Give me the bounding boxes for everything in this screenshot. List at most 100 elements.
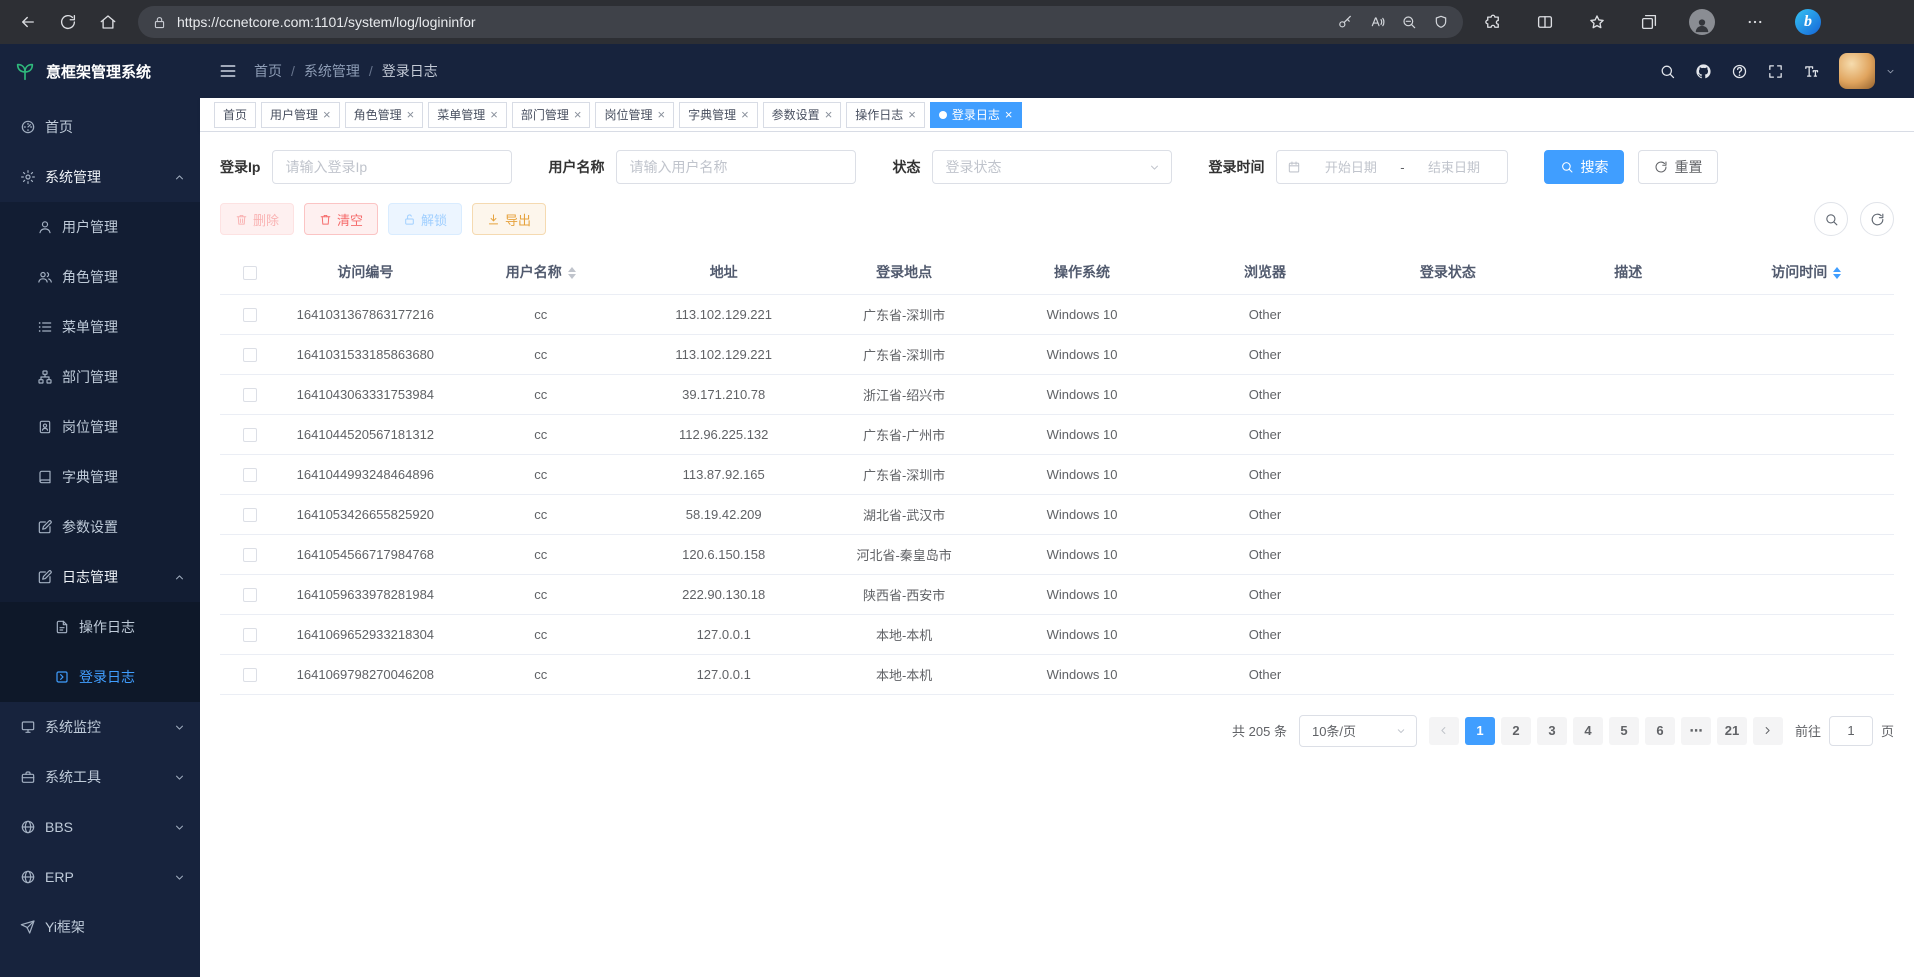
sidebar-item-login-log[interactable]: 登录日志 [0, 652, 200, 702]
row-checkbox[interactable] [243, 588, 257, 602]
tab-operation-log[interactable]: 操作日志× [846, 102, 925, 128]
tab-role-management[interactable]: 角色管理× [345, 102, 424, 128]
password-key-button[interactable] [1329, 8, 1361, 36]
login-time-range[interactable]: - [1276, 150, 1508, 184]
sidebar-item-menu-management[interactable]: 菜单管理 [0, 302, 200, 352]
collections-button[interactable] [1637, 10, 1661, 34]
avatar-caret-icon[interactable] [1885, 66, 1896, 77]
login-ip-input[interactable] [272, 150, 512, 184]
page-button-2[interactable]: 2 [1501, 717, 1531, 745]
read-aloud-button[interactable] [1361, 8, 1393, 36]
sort-caret[interactable] [1833, 267, 1841, 279]
page-button-5[interactable]: 5 [1609, 717, 1639, 745]
end-date-input[interactable] [1411, 160, 1498, 175]
sidebar-item-bbs[interactable]: BBS [0, 802, 200, 852]
url-text[interactable]: https://ccnetcore.com:1101/system/log/lo… [177, 14, 1329, 30]
next-page-button[interactable] [1753, 717, 1783, 745]
sidebar-item-system-monitor[interactable]: 系统监控 [0, 702, 200, 752]
tab-param-settings[interactable]: 参数设置× [763, 102, 842, 128]
sidebar-toggle[interactable] [218, 61, 238, 81]
toggle-search-button[interactable] [1814, 202, 1848, 236]
address-bar[interactable]: https://ccnetcore.com:1101/system/log/lo… [138, 6, 1463, 38]
table-row[interactable]: 1641069652933218304cc127.0.0.1本地-本机Windo… [220, 614, 1894, 654]
tab-login-log[interactable]: 登录日志× [930, 102, 1022, 128]
prev-page-button[interactable] [1429, 717, 1459, 745]
page-button-4[interactable]: 4 [1573, 717, 1603, 745]
tab-dept-management[interactable]: 部门管理× [512, 102, 591, 128]
close-icon[interactable]: × [825, 108, 833, 121]
close-icon[interactable]: × [741, 108, 749, 121]
close-icon[interactable]: × [323, 108, 331, 121]
refresh-table-button[interactable] [1860, 202, 1894, 236]
tab-user-management[interactable]: 用户管理× [261, 102, 340, 128]
security-shield-button[interactable] [1425, 8, 1457, 36]
reload-button[interactable] [50, 4, 86, 40]
sidebar-item-erp[interactable]: ERP [0, 852, 200, 902]
user-avatar[interactable] [1839, 53, 1875, 89]
browser-profile-button[interactable] [1689, 9, 1715, 35]
row-checkbox[interactable] [243, 628, 257, 642]
table-row[interactable]: 1641044520567181312cc112.96.225.132广东省-广… [220, 414, 1894, 454]
column-header-user[interactable]: 用户名称 [451, 250, 631, 294]
row-checkbox[interactable] [243, 468, 257, 482]
row-checkbox[interactable] [243, 548, 257, 562]
breadcrumb-item[interactable]: 系统管理 [304, 61, 360, 81]
unlock-button[interactable]: 解锁 [388, 203, 462, 235]
page-button-3[interactable]: 3 [1537, 717, 1567, 745]
sidebar-item-system-tools[interactable]: 系统工具 [0, 752, 200, 802]
sidebar-item-role-management[interactable]: 角色管理 [0, 252, 200, 302]
page-button-1[interactable]: 1 [1465, 717, 1495, 745]
table-row[interactable]: 1641044993248464896cc113.87.92.165广东省-深圳… [220, 454, 1894, 494]
tab-post-management[interactable]: 岗位管理× [595, 102, 674, 128]
extensions-button[interactable] [1481, 10, 1505, 34]
back-button[interactable] [10, 4, 46, 40]
page-ellipsis[interactable]: ⋯ [1681, 717, 1711, 745]
reset-button[interactable]: 重置 [1638, 150, 1718, 184]
row-checkbox[interactable] [243, 508, 257, 522]
search-button[interactable]: 搜索 [1544, 150, 1624, 184]
fullscreen-button[interactable] [1767, 63, 1784, 80]
row-checkbox[interactable] [243, 428, 257, 442]
table-row[interactable]: 1641053426655825920cc58.19.42.209湖北省-武汉市… [220, 494, 1894, 534]
table-row[interactable]: 1641054566717984768cc120.6.150.158河北省-秦皇… [220, 534, 1894, 574]
start-date-input[interactable] [1307, 160, 1394, 175]
tab-dict-management[interactable]: 字典管理× [679, 102, 758, 128]
page-size-select[interactable]: 10条/页 [1299, 715, 1417, 747]
sidebar-item-operation-log[interactable]: 操作日志 [0, 602, 200, 652]
sidebar-item-home[interactable]: 首页 [0, 102, 200, 152]
sidebar-item-log-management[interactable]: 日志管理 [0, 552, 200, 602]
export-button[interactable]: 导出 [472, 203, 546, 235]
tab-home[interactable]: 首页 [214, 102, 256, 128]
sidebar-item-yi-framework[interactable]: Yi框架 [0, 902, 200, 952]
status-select[interactable]: 登录状态 [932, 150, 1172, 184]
breadcrumb-item[interactable]: 首页 [254, 61, 282, 81]
clear-button[interactable]: 清空 [304, 203, 378, 235]
close-icon[interactable]: × [490, 108, 498, 121]
row-checkbox[interactable] [243, 348, 257, 362]
browser-home-button[interactable] [90, 4, 126, 40]
table-row[interactable]: 1641059633978281984cc222.90.130.18陕西省-西安… [220, 574, 1894, 614]
close-icon[interactable]: × [1005, 108, 1013, 121]
github-button[interactable] [1695, 63, 1712, 80]
column-header-time[interactable]: 访问时间 [1719, 250, 1894, 294]
username-input[interactable] [616, 150, 856, 184]
table-row[interactable]: 1641043063331753984cc39.171.210.78浙江省-绍兴… [220, 374, 1894, 414]
sidebar-item-post-management[interactable]: 岗位管理 [0, 402, 200, 452]
row-checkbox[interactable] [243, 388, 257, 402]
sort-caret[interactable] [568, 267, 576, 279]
zoom-out-button[interactable] [1393, 8, 1425, 36]
select-all-checkbox[interactable] [243, 266, 257, 280]
table-row[interactable]: 1641031533185863680cc113.102.129.221广东省-… [220, 334, 1894, 374]
row-checkbox[interactable] [243, 668, 257, 682]
close-icon[interactable]: × [407, 108, 415, 121]
delete-button[interactable]: 删除 [220, 203, 294, 235]
goto-page-input[interactable] [1829, 716, 1873, 746]
close-icon[interactable]: × [657, 108, 665, 121]
sidebar-item-user-management[interactable]: 用户管理 [0, 202, 200, 252]
tab-menu-management[interactable]: 菜单管理× [428, 102, 507, 128]
sidebar-item-param-settings[interactable]: 参数设置 [0, 502, 200, 552]
row-checkbox[interactable] [243, 308, 257, 322]
page-button-6[interactable]: 6 [1645, 717, 1675, 745]
app-logo[interactable]: 意框架管理系统 [0, 44, 200, 98]
sidebar-item-dept-management[interactable]: 部门管理 [0, 352, 200, 402]
